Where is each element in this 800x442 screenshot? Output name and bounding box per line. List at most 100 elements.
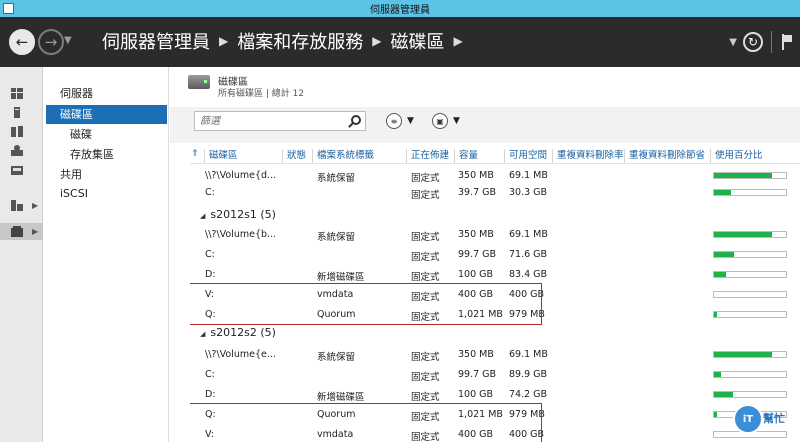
notifications-flag-icon[interactable] [782, 34, 796, 50]
column-header-status[interactable]: 狀態 [282, 149, 312, 163]
group-header-row[interactable]: ◢ s2012s2 (5) [190, 324, 800, 343]
back-button[interactable]: ← [9, 29, 35, 55]
file-server-icon [11, 200, 23, 211]
cell-provisioning: 固定式 [411, 232, 440, 243]
forward-button[interactable]: → [38, 29, 64, 55]
cell-provisioning: 固定式 [411, 392, 440, 403]
collapse-triangle-icon[interactable]: ◢ [200, 212, 205, 220]
rail-file-services[interactable]: ▶ [0, 197, 43, 214]
cell-provisioning: 固定式 [411, 352, 440, 363]
rail-dashboard[interactable] [0, 85, 43, 102]
usage-bar [713, 371, 787, 378]
sidebar-item-volumes[interactable]: 磁碟區 [46, 105, 167, 124]
storage-icon [11, 226, 23, 237]
filter-box [194, 111, 366, 131]
group-label-text: s2012s1 (5) [210, 208, 276, 221]
sidebar-item-iscsi[interactable]: iSCSI [46, 184, 167, 203]
table-header: ⇑ 磁碟區 狀態 檔案系統標籤 正在佈建 容量 可用空間 重複資料刪除率 重複資… [190, 147, 800, 164]
save-icon: ▣ [432, 113, 448, 129]
rail-all-servers[interactable] [0, 123, 43, 140]
table-row[interactable]: C: 固定式 99.7 GB 89.9 GB [190, 366, 800, 385]
rail-dns[interactable] [0, 161, 43, 178]
column-header-dedup-savings[interactable]: 重複資料刪除節省 [624, 149, 710, 163]
search-icon[interactable] [351, 115, 361, 125]
volumes-table: ⇑ 磁碟區 狀態 檔案系統標籤 正在佈建 容量 可用空間 重複資料刪除率 重複資… [190, 147, 800, 442]
table-row[interactable]: C: 固定式 39.7 GB 30.3 GB [190, 184, 800, 203]
cell-volume: \\?\Volume{d... [205, 170, 277, 181]
breadcrumb-item[interactable]: 檔案和存放服務 [237, 28, 363, 54]
cell-volume: C: [205, 369, 215, 380]
group-header-row[interactable]: ◢ s2012s1 (5) [190, 206, 800, 225]
rail-storage[interactable]: ▶ [0, 223, 43, 240]
cell-provisioning: 固定式 [411, 252, 440, 263]
cell-fs-label: 系統保留 [317, 173, 356, 184]
save-query-button[interactable]: ▣ ▼ [432, 113, 460, 129]
usage-bar-fill [714, 312, 717, 317]
servers-icon [11, 126, 23, 137]
highlight-box [190, 283, 542, 325]
usage-bar-fill [714, 272, 727, 277]
nav-actions: ▼ ↻ [729, 17, 800, 67]
chevron-right-icon[interactable]: ▶ [372, 34, 381, 48]
column-header-dedup-rate[interactable]: 重複資料刪除率 [552, 149, 624, 163]
usage-bar [713, 251, 787, 258]
column-header-capacity[interactable]: 容量 [454, 149, 504, 163]
usage-bar-fill [714, 392, 733, 397]
column-header-volume[interactable]: 磁碟區 [204, 149, 282, 163]
refresh-button[interactable]: ↻ [743, 32, 763, 52]
column-header-fs-label[interactable]: 檔案系統標籤 [312, 149, 406, 163]
breadcrumb-item[interactable]: 伺服器管理員 [102, 28, 210, 54]
cell-free-space: 83.4 GB [509, 269, 548, 280]
breadcrumb-item[interactable]: 磁碟區 [390, 28, 444, 54]
sidebar-item-storage-pools[interactable]: 存放集區 [46, 145, 167, 164]
column-header-provisioning[interactable]: 正在佈建 [406, 149, 454, 163]
column-header-percent-used[interactable]: 使用百分比 [710, 149, 790, 163]
chevron-right-icon[interactable]: ▶ [453, 34, 462, 48]
navigation-bar: ← → ▼ 伺服器管理員 ▶ 檔案和存放服務 ▶ 磁碟區 ▶ ▼ ↻ [0, 17, 800, 67]
group-label: ◢ s2012s2 (5) [200, 326, 276, 339]
cell-provisioning: 固定式 [411, 372, 440, 383]
rail-ad-ds[interactable] [0, 142, 43, 159]
usage-bar-fill [714, 412, 717, 417]
cell-capacity: 99.7 GB [458, 249, 497, 260]
table-row[interactable]: \\?\Volume{b... 系統保留 固定式 350 MB 69.1 MB [190, 226, 800, 245]
view-options-button[interactable]: ≡ ▼ [386, 113, 414, 129]
highlight-box [190, 403, 542, 442]
dns-icon [11, 166, 23, 175]
cell-free-space: 69.1 MB [509, 229, 548, 240]
history-dropdown-button[interactable]: ▼ [64, 35, 72, 46]
sidebar-item-disks[interactable]: 磁碟 [46, 125, 167, 144]
directory-icon [11, 145, 23, 156]
chevron-down-icon: ▼ [407, 116, 414, 126]
usage-bar-fill [714, 252, 735, 257]
table-row[interactable]: C: 固定式 99.7 GB 71.6 GB [190, 246, 800, 265]
rail-local-server[interactable] [0, 104, 43, 121]
cell-free-space: 71.6 GB [509, 249, 548, 260]
cell-volume: C: [205, 249, 215, 260]
sort-ascending-icon[interactable]: ⇑ [191, 149, 199, 159]
collapse-triangle-icon[interactable]: ◢ [200, 330, 205, 338]
cell-volume: \\?\Volume{e... [205, 349, 276, 360]
usage-bar-fill [714, 372, 722, 377]
icon-rail: ▶ ▶ [0, 67, 43, 442]
table-row[interactable]: \\?\Volume{e... 系統保留 固定式 350 MB 69.1 MB [190, 346, 800, 365]
chevron-right-icon[interactable]: ▶ [219, 34, 228, 48]
cell-volume: C: [205, 187, 215, 198]
usage-bar-fill [714, 232, 772, 237]
sidebar-item-shares[interactable]: 共用 [46, 165, 167, 184]
disk-icon [188, 75, 210, 89]
cell-provisioning: 固定式 [411, 190, 440, 201]
sidebar-item-servers[interactable]: 伺服器 [46, 84, 167, 103]
main-content: 磁碟區 所有磁碟區 | 總計 12 ≡ ▼ ▣ ▼ ⇑ 磁碟區 狀態 檔案系統標… [170, 67, 800, 442]
column-header-free-space[interactable]: 可用空間 [504, 149, 552, 163]
group-label: ◢ s2012s1 (5) [200, 208, 276, 221]
cell-free-space: 30.3 GB [509, 187, 548, 198]
cell-volume: D: [205, 389, 216, 400]
usage-bar [713, 391, 787, 398]
arrow-left-icon: ← [15, 33, 29, 51]
chevron-down-icon[interactable]: ▼ [729, 37, 737, 48]
cell-fs-label: 系統保留 [317, 232, 356, 243]
filter-input[interactable] [195, 112, 345, 130]
breadcrumb: 伺服器管理員 ▶ 檔案和存放服務 ▶ 磁碟區 ▶ [102, 28, 472, 54]
refresh-icon: ↻ [747, 35, 759, 49]
